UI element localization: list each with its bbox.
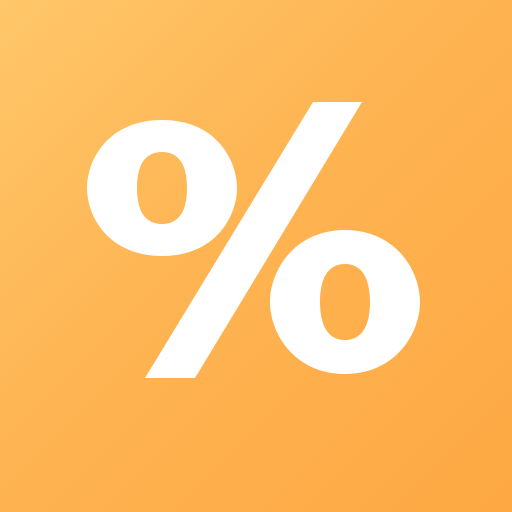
app-icon — [0, 0, 512, 512]
percent-icon — [87, 102, 420, 378]
percent-lower-circle — [270, 230, 420, 374]
percent-upper-circle — [87, 120, 237, 256]
